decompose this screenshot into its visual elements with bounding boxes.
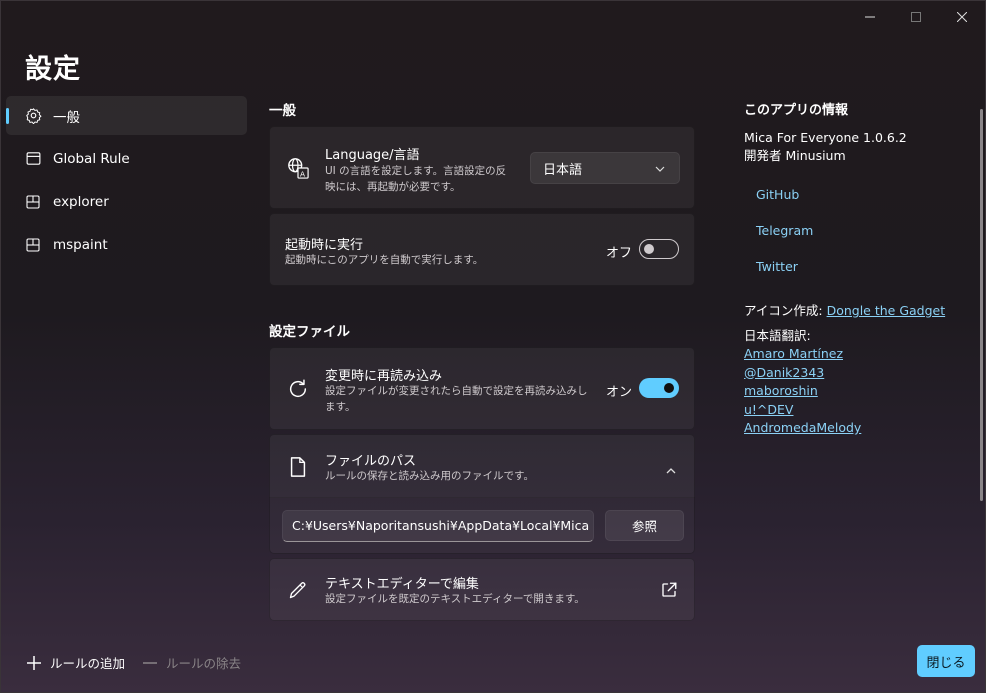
minus-icon bbox=[143, 656, 157, 670]
file-icon bbox=[286, 455, 310, 479]
file-path-card[interactable]: ファイルのパス ルールの保存と読み込み用のファイルです。 bbox=[269, 434, 695, 498]
language-dropdown[interactable]: 日本語 bbox=[530, 152, 680, 184]
add-rule-button[interactable]: ルールの追加 bbox=[27, 653, 125, 672]
language-desc-line1: UI の言語を設定します。言語設定の反 bbox=[325, 165, 507, 177]
github-link[interactable]: GitHub bbox=[756, 187, 799, 202]
refresh-icon bbox=[286, 377, 310, 401]
developer-credit: 開発者 Minusium bbox=[744, 148, 846, 163]
edit-card[interactable]: テキストエディターで編集 設定ファイルを既定のテキストエディターで開きます。 bbox=[269, 558, 695, 621]
minimize-icon bbox=[865, 16, 875, 18]
maximize-icon bbox=[911, 12, 921, 22]
translator-link[interactable]: Amaro Martínez bbox=[744, 345, 964, 364]
translator-link[interactable]: u!^DEV bbox=[744, 401, 964, 420]
remove-rule-label: ルールの除去 bbox=[166, 656, 242, 671]
language-card: A Language/言語 UI の言語を設定します。言語設定の反 映には、再起… bbox=[269, 126, 695, 209]
sidebar-item-label: mspaint bbox=[53, 236, 108, 253]
sidebar-nav: 一般 Global Rule explorer mspaint bbox=[6, 96, 247, 268]
reload-description: 設定ファイルが変更されたら自動で設定を再読み込みし ます。 bbox=[325, 383, 588, 415]
file-path-description: ルールの保存と読み込み用のファイルです。 bbox=[325, 470, 534, 482]
language-desc-line2: 映には、再起動が必要です。 bbox=[325, 181, 461, 193]
open-external-icon bbox=[660, 581, 678, 603]
sidebar-item-label: Global Rule bbox=[53, 150, 130, 167]
edit-title: テキストエディターで編集 bbox=[325, 577, 479, 592]
icon-credit-label: アイコン作成: bbox=[744, 303, 823, 318]
translator-link[interactable]: @Danik2343 bbox=[744, 364, 964, 383]
chevron-up-icon[interactable] bbox=[666, 461, 676, 480]
chevron-down-icon bbox=[655, 163, 665, 178]
startup-state-label: オフ bbox=[606, 246, 633, 261]
browse-button[interactable]: 参照 bbox=[605, 510, 684, 541]
twitter-link[interactable]: Twitter bbox=[756, 259, 798, 274]
toggle-knob bbox=[644, 244, 654, 254]
language-title: Language/言語 bbox=[325, 148, 420, 163]
startup-title: 起動時に実行 bbox=[285, 238, 364, 253]
remove-rule-button[interactable]: ルールの除去 bbox=[143, 653, 241, 672]
translator-link[interactable]: AndromedaMelody bbox=[744, 419, 964, 438]
startup-card: 起動時に実行 起動時にこのアプリを自動で実行します。 オフ bbox=[269, 213, 695, 286]
config-section-title: 設定ファイル bbox=[269, 324, 350, 340]
translators-block: 日本語翻訳: Amaro Martínez @Danik2343 maboros… bbox=[744, 327, 964, 438]
minimize-button[interactable] bbox=[847, 1, 893, 33]
reload-desc-line1: 設定ファイルが変更されたら自動で設定を再読み込みし bbox=[325, 385, 588, 397]
reload-toggle[interactable] bbox=[639, 378, 679, 398]
svg-text:A: A bbox=[300, 169, 305, 178]
translator-link[interactable]: maboroshin bbox=[744, 382, 964, 401]
plus-icon bbox=[27, 655, 41, 670]
sidebar-item-global-rule[interactable]: Global Rule bbox=[6, 139, 247, 178]
app-icon bbox=[24, 236, 42, 254]
maximize-button[interactable] bbox=[893, 1, 939, 33]
about-heading: このアプリの情報 bbox=[744, 103, 849, 118]
caption-buttons bbox=[847, 1, 985, 33]
sidebar-item-general[interactable]: 一般 bbox=[6, 96, 247, 135]
close-icon bbox=[957, 12, 967, 22]
sidebar-item-explorer[interactable]: explorer bbox=[6, 182, 247, 221]
scrollbar[interactable] bbox=[980, 109, 983, 501]
pencil-icon bbox=[286, 578, 310, 602]
reload-state-label: オン bbox=[606, 385, 633, 400]
file-path-title: ファイルのパス bbox=[325, 454, 417, 469]
startup-description: 起動時にこのアプリを自動で実行します。 bbox=[285, 254, 484, 266]
toggle-knob bbox=[664, 383, 674, 393]
language-icon: A bbox=[286, 156, 310, 180]
add-rule-label: ルールの追加 bbox=[50, 656, 126, 671]
close-window-button[interactable] bbox=[939, 1, 985, 33]
language-selected-value: 日本語 bbox=[543, 162, 583, 178]
file-path-input[interactable]: C:¥Users¥Naporitansushi¥AppData¥Local¥Mi… bbox=[282, 510, 594, 542]
icon-credit-link[interactable]: Dongle the Gadget bbox=[827, 303, 946, 318]
sidebar-item-mspaint[interactable]: mspaint bbox=[6, 225, 247, 264]
sidebar-item-label: 一般 bbox=[53, 109, 80, 126]
gear-icon bbox=[24, 107, 42, 125]
general-section-title: 一般 bbox=[269, 103, 296, 119]
settings-window: 設定 一般 Global Rule explorer mspaint ルールの追… bbox=[0, 0, 986, 693]
translators-label: 日本語翻訳: bbox=[744, 328, 811, 343]
reload-desc-line2: ます。 bbox=[325, 401, 356, 413]
reload-title: 変更時に再読み込み bbox=[325, 369, 443, 384]
telegram-link[interactable]: Telegram bbox=[756, 223, 813, 238]
app-icon bbox=[24, 193, 42, 211]
app-title: 設定 bbox=[25, 54, 81, 85]
about-panel: このアプリの情報 Mica For Everyone 1.0.6.2 開発者 M… bbox=[744, 99, 964, 165]
icon-credit: アイコン作成: Dongle the Gadget bbox=[744, 300, 945, 321]
file-path-panel: C:¥Users¥Naporitansushi¥AppData¥Local¥Mi… bbox=[269, 497, 695, 554]
app-version: Mica For Everyone 1.0.6.2 bbox=[744, 130, 907, 145]
window-icon bbox=[24, 150, 42, 168]
sidebar-item-label: explorer bbox=[53, 193, 109, 210]
close-button[interactable]: 閉じる bbox=[917, 645, 975, 677]
reload-card: 変更時に再読み込み 設定ファイルが変更されたら自動で設定を再読み込みし ます。 … bbox=[269, 347, 695, 430]
language-description: UI の言語を設定します。言語設定の反 映には、再起動が必要です。 bbox=[325, 163, 506, 195]
edit-description: 設定ファイルを既定のテキストエディターで開きます。 bbox=[325, 593, 585, 605]
startup-toggle[interactable] bbox=[639, 239, 679, 259]
